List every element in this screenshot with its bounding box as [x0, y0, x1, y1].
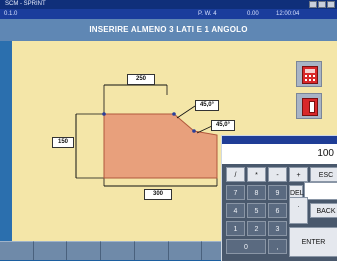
key-5[interactable]: 5 — [247, 203, 266, 218]
window-title: SCM - SPRINT — [5, 1, 46, 7]
instruction-banner: INSERIRE ALMENO 3 LATI E 1 ANGOLO — [0, 19, 337, 41]
status-left: 0.1.0 — [4, 11, 18, 17]
status-value: 0.00 — [247, 11, 259, 17]
function-key[interactable] — [168, 241, 203, 260]
key-back[interactable]: BACK — [310, 203, 337, 218]
title-bar: SCM - SPRINT — [0, 0, 337, 9]
angle1-field[interactable]: 45,0° — [195, 100, 219, 111]
calculator-tool-button[interactable] — [296, 61, 322, 87]
key-multiply[interactable]: * — [247, 167, 266, 182]
angle1-leader — [176, 105, 196, 119]
del-input-box[interactable] — [304, 182, 337, 200]
door-icon — [302, 98, 318, 116]
key-dot[interactable]: . — [289, 197, 308, 224]
key-2[interactable]: 2 — [247, 221, 266, 236]
angle2-field[interactable]: 45,0° — [211, 120, 235, 131]
key-8[interactable]: 8 — [247, 185, 266, 200]
maximize-button[interactable] — [318, 1, 326, 8]
key-minus[interactable]: - — [268, 167, 287, 182]
status-program: P. W. 4 — [198, 11, 217, 17]
function-key[interactable] — [33, 241, 68, 260]
key-enter[interactable]: ENTER — [289, 227, 337, 257]
key-divide[interactable]: / — [226, 167, 245, 182]
status-bar: 0.1.0 P. W. 4 0.00 12:00:04 — [0, 9, 337, 19]
keypad-display: 100 — [222, 144, 337, 164]
door-tool-button[interactable] — [296, 93, 322, 119]
left-height-field[interactable]: 150 — [52, 137, 74, 148]
key-comma[interactable]: , — [268, 239, 287, 254]
minimize-button[interactable] — [309, 1, 317, 8]
numeric-keypad: 100 / * - + ESC 7 8 9 DEL 4 5 6 . BACK 1… — [221, 135, 337, 261]
close-button[interactable] — [327, 1, 335, 8]
key-7[interactable]: 7 — [226, 185, 245, 200]
angle2-leader — [196, 125, 213, 134]
key-6[interactable]: 6 — [268, 203, 287, 218]
part-shape[interactable] — [103, 113, 218, 179]
corner-marker — [192, 129, 196, 133]
key-4[interactable]: 4 — [226, 203, 245, 218]
application-window: SCM - SPRINT 0.1.0 P. W. 4 0.00 12:00:04… — [0, 0, 337, 261]
calculator-icon — [302, 66, 318, 84]
bottom-width-field[interactable]: 300 — [144, 189, 172, 200]
keypad-header — [222, 136, 337, 144]
window-controls — [309, 1, 335, 8]
corner-marker — [172, 112, 176, 116]
key-esc[interactable]: ESC — [310, 167, 337, 182]
key-1[interactable]: 1 — [226, 221, 245, 236]
key-3[interactable]: 3 — [268, 221, 287, 236]
key-9[interactable]: 9 — [268, 185, 287, 200]
corner-marker — [102, 112, 106, 116]
function-key[interactable] — [67, 241, 102, 260]
function-key[interactable] — [101, 241, 135, 260]
function-key[interactable] — [0, 241, 34, 260]
top-width-field[interactable]: 250 — [127, 74, 155, 85]
key-plus[interactable]: + — [289, 167, 308, 182]
function-key[interactable] — [134, 241, 169, 260]
status-time: 12:00:04 — [276, 11, 300, 17]
key-0[interactable]: 0 — [226, 239, 266, 254]
